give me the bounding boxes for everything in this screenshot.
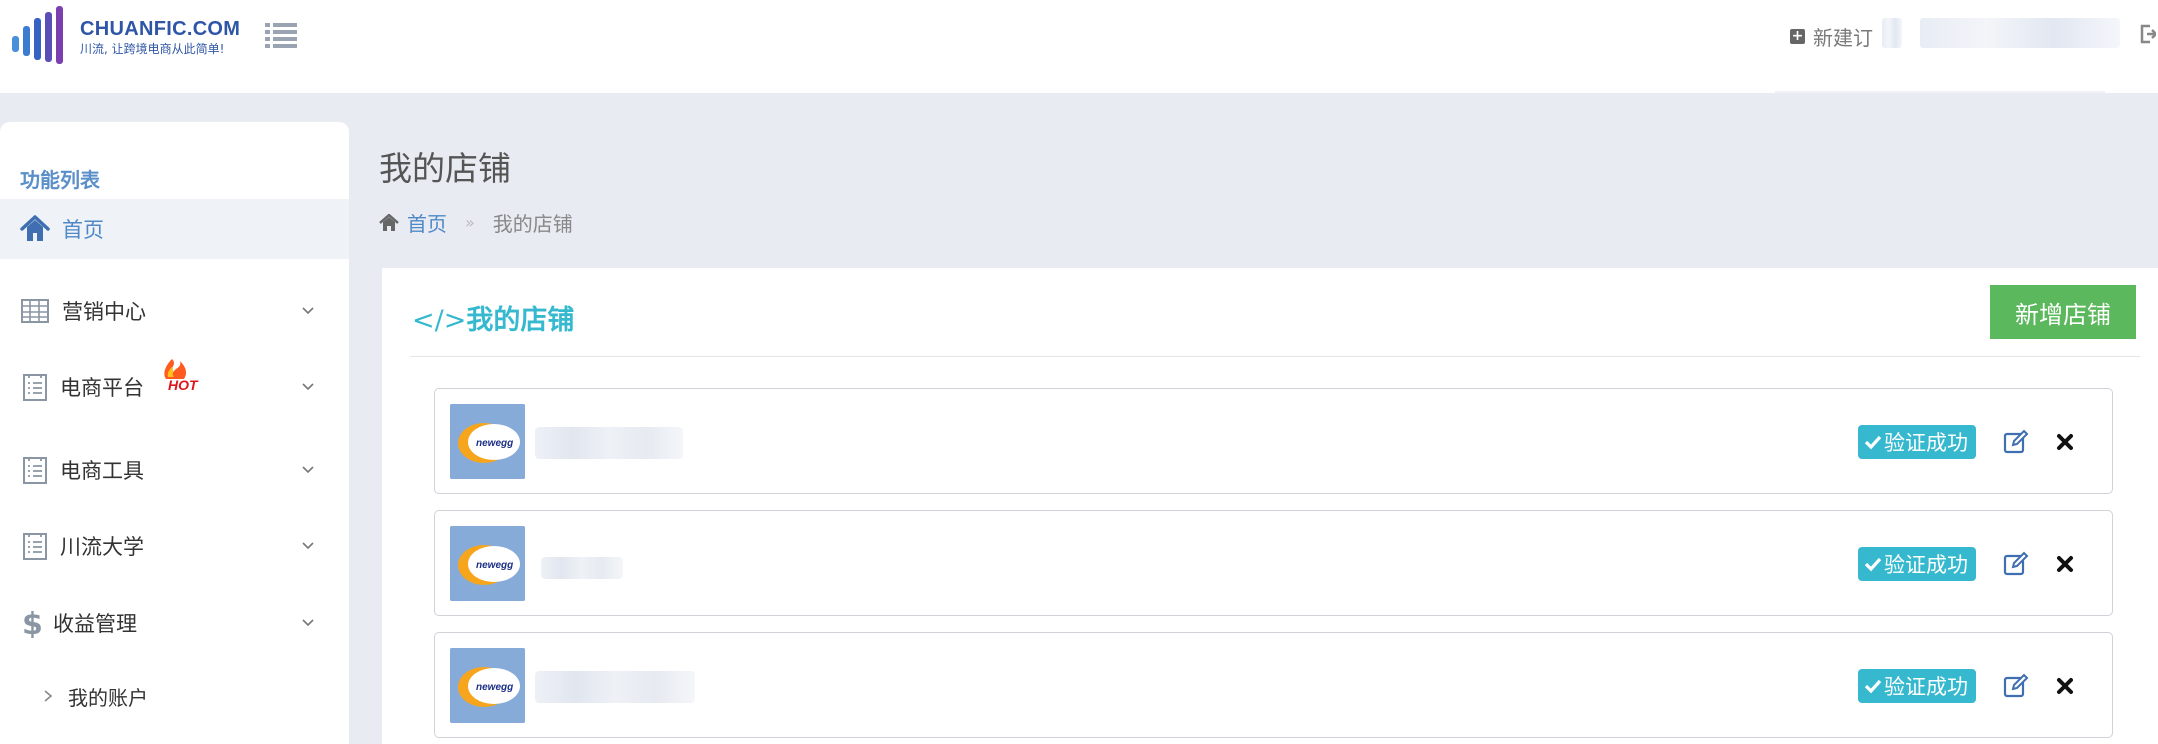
brand-logo[interactable]	[12, 6, 74, 66]
breadcrumb-separator: »	[465, 213, 475, 232]
shop-card: newegg 验证成功	[434, 632, 2113, 738]
shop-card: newegg 验证成功	[434, 510, 2113, 616]
brand-name: CHUANFIC.COM	[80, 18, 241, 40]
status-text: 验证成功	[1884, 553, 1968, 577]
sidebar-item-label: 电商工具	[60, 459, 144, 483]
blurred-shop-name	[541, 557, 623, 579]
sidebar-item-earnings[interactable]: $ 收益管理	[0, 593, 349, 653]
hot-badge-text: HOT	[168, 377, 199, 393]
add-shop-button[interactable]: 新增店铺	[1990, 285, 2136, 339]
status-badge: 验证成功	[1858, 669, 1976, 703]
newegg-logo: newegg	[450, 526, 525, 601]
newegg-logo: newegg	[450, 404, 525, 479]
edit-icon[interactable]	[2003, 429, 2029, 455]
edit-icon[interactable]	[2003, 673, 2029, 699]
blurred-header-text	[1882, 18, 1902, 48]
chevron-down-icon	[302, 466, 314, 474]
delete-icon[interactable]	[2056, 555, 2074, 573]
blurred-user-info[interactable]	[1920, 18, 2120, 48]
table-icon	[21, 299, 49, 323]
newegg-logo: newegg	[450, 648, 525, 723]
panel-title: </>我的店铺	[412, 298, 574, 337]
edit-icon[interactable]	[2003, 551, 2029, 577]
list-doc-icon	[23, 374, 47, 401]
page-title: 我的店铺	[379, 149, 511, 188]
panel-title-text: 我的店铺	[466, 305, 575, 336]
sidebar-item-label: 川流大学	[60, 535, 144, 559]
check-icon	[1864, 435, 1882, 450]
newegg-logo-text: newegg	[476, 560, 513, 571]
sidebar-item-chuanliu-university[interactable]: 川流大学	[0, 516, 349, 576]
plus-square-icon: +	[1790, 28, 1805, 44]
newegg-logo-text: newegg	[476, 682, 513, 693]
sidebar-item-ecommerce-tools[interactable]: 电商工具	[0, 440, 349, 500]
brand-slogan: 川流, 让跨境电商从此简单!	[80, 42, 225, 56]
logout-icon[interactable]	[2140, 24, 2156, 44]
chevron-right-icon	[44, 690, 53, 702]
sidebar-heading: 功能列表	[20, 168, 100, 192]
sidebar-item-label: 收益管理	[53, 612, 137, 636]
sidebar: 功能列表 首页 营销中心 电商平台 HOT 电商工具 川流大学 $ 收益管理 我…	[0, 122, 349, 744]
chevron-down-icon	[302, 619, 314, 627]
list-doc-icon	[23, 533, 47, 560]
hot-badge-icon: HOT	[164, 359, 199, 393]
status-badge: 验证成功	[1858, 547, 1976, 581]
shop-card: newegg 验证成功	[434, 388, 2113, 494]
list-doc-icon	[23, 457, 47, 484]
status-text: 验证成功	[1884, 675, 1968, 699]
delete-icon[interactable]	[2056, 433, 2074, 451]
check-icon	[1864, 557, 1882, 572]
new-order-label: 新建订	[1813, 26, 1873, 50]
delete-icon[interactable]	[2056, 677, 2074, 695]
sidebar-subitem-label: 我的账户	[68, 685, 148, 710]
home-icon	[379, 213, 399, 231]
dollar-icon: $	[22, 608, 43, 638]
new-order-link[interactable]: + 新建订	[1790, 22, 1873, 51]
menu-toggle-icon[interactable]	[265, 22, 297, 48]
svg-text:$: $	[22, 608, 43, 638]
sidebar-item-home[interactable]: 首页	[0, 199, 349, 259]
chevron-down-icon	[302, 542, 314, 550]
status-badge: 验证成功	[1858, 425, 1976, 459]
sidebar-item-ecommerce-platform[interactable]: 电商平台 HOT	[0, 357, 349, 417]
breadcrumb: 首页 » 我的店铺	[379, 208, 573, 237]
check-icon	[1864, 679, 1882, 694]
blurred-shop-name	[535, 427, 683, 459]
blurred-shop-name	[535, 671, 695, 703]
panel-divider	[410, 356, 2140, 357]
status-text: 验证成功	[1884, 431, 1968, 455]
chevron-down-icon	[302, 383, 314, 391]
breadcrumb-home-link[interactable]: 首页	[407, 208, 447, 237]
sidebar-subitem-my-account[interactable]: 我的账户	[0, 674, 349, 718]
chevron-down-icon	[302, 307, 314, 315]
shops-panel: </>我的店铺 新增店铺 newegg 验证成功 newegg 验证成功 new…	[382, 268, 2158, 744]
sidebar-item-marketing[interactable]: 营销中心	[0, 281, 349, 341]
top-header: CHUANFIC.COM 川流, 让跨境电商从此简单! + 新建订	[0, 0, 2158, 93]
sidebar-item-label: 营销中心	[62, 300, 146, 324]
breadcrumb-current: 我的店铺	[492, 212, 573, 236]
newegg-logo-text: newegg	[476, 438, 513, 449]
sidebar-item-label: 首页	[62, 218, 104, 242]
sidebar-item-label: 电商平台	[60, 376, 144, 400]
header-divider	[1775, 91, 2105, 93]
code-icon: </>	[412, 305, 467, 336]
home-icon	[20, 215, 50, 241]
